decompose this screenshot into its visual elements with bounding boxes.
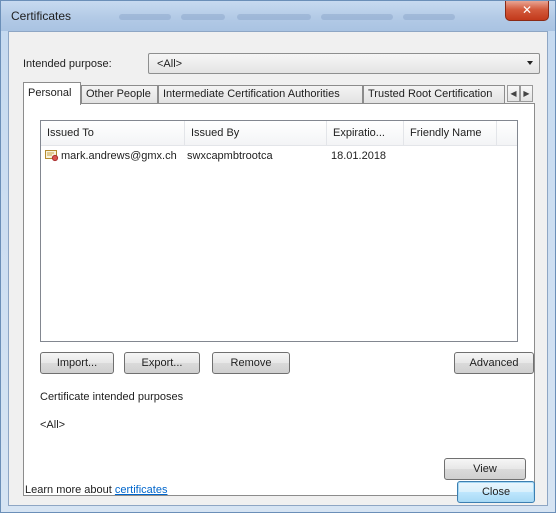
close-button[interactable]: Close <box>457 481 535 503</box>
export-button[interactable]: Export... <box>124 352 200 374</box>
certificate-list[interactable]: Issued To Issued By Expiratio... Friendl… <box>40 120 518 342</box>
title-bar-ghost <box>237 14 311 20</box>
certificate-store-tabs: Personal Other People Intermediate Certi… <box>23 82 535 105</box>
view-button[interactable]: View <box>444 458 526 480</box>
tab-personal[interactable]: Personal <box>23 82 81 105</box>
tab-scroll-right-button[interactable]: ▶ <box>520 85 533 102</box>
chevron-left-icon: ◀ <box>510 89 517 98</box>
intended-purpose-value: <All> <box>157 58 183 70</box>
title-bar-ghost <box>119 14 171 20</box>
cell-issued-by: swxcapmbtrootca <box>187 150 273 162</box>
certificates-link[interactable]: certificates <box>115 484 168 496</box>
close-icon: ✕ <box>521 3 533 17</box>
column-issued-to[interactable]: Issued To <box>41 121 185 145</box>
cell-expiration: 18.01.2018 <box>331 150 387 162</box>
certificate-list-header: Issued To Issued By Expiratio... Friendl… <box>41 121 517 146</box>
column-issued-by[interactable]: Issued By <box>185 121 327 145</box>
table-row[interactable]: mark.andrews@gmx.ch swxcapmbtrootca 18.0… <box>41 145 517 167</box>
remove-button[interactable]: Remove <box>212 352 290 374</box>
cell-issued-to: mark.andrews@gmx.ch <box>61 150 177 162</box>
title-bar-ghost <box>321 14 393 20</box>
title-bar[interactable]: Certificates ✕ <box>1 1 555 31</box>
column-expiration[interactable]: Expiratio... <box>327 121 404 145</box>
tab-scroll-left-button[interactable]: ◀ <box>507 85 520 102</box>
window-title: Certificates <box>11 9 72 23</box>
advanced-button[interactable]: Advanced <box>454 352 534 374</box>
tab-intermediate-certification-authorities[interactable]: Intermediate Certification Authorities <box>158 85 363 103</box>
chevron-right-icon: ▶ <box>523 89 530 98</box>
certificate-intended-purposes-value: <All> <box>40 419 66 431</box>
dialog-client-area: Intended purpose: <All> Personal Other P… <box>8 31 548 506</box>
chevron-down-icon <box>527 61 533 65</box>
certificates-window: Certificates ✕ Intended purpose: <All> P… <box>0 0 556 513</box>
import-button[interactable]: Import... <box>40 352 114 374</box>
certificate-icon <box>45 150 59 162</box>
close-window-button[interactable]: ✕ <box>505 1 549 21</box>
title-bar-ghost <box>181 14 225 20</box>
intended-purpose-select[interactable]: <All> <box>148 53 540 74</box>
title-bar-ghost <box>403 14 455 20</box>
certificate-intended-purposes-heading: Certificate intended purposes <box>40 391 184 403</box>
personal-tab-panel: Issued To Issued By Expiratio... Friendl… <box>23 103 535 496</box>
tab-trusted-root-certification[interactable]: Trusted Root Certification <box>363 85 505 103</box>
intended-purpose-label: Intended purpose: <box>23 58 112 70</box>
tab-other-people[interactable]: Other People <box>81 85 158 103</box>
learn-more-text: Learn more about certificates <box>25 484 167 496</box>
learn-more-prefix: Learn more about <box>25 484 112 496</box>
column-friendly-name[interactable]: Friendly Name <box>404 121 497 145</box>
